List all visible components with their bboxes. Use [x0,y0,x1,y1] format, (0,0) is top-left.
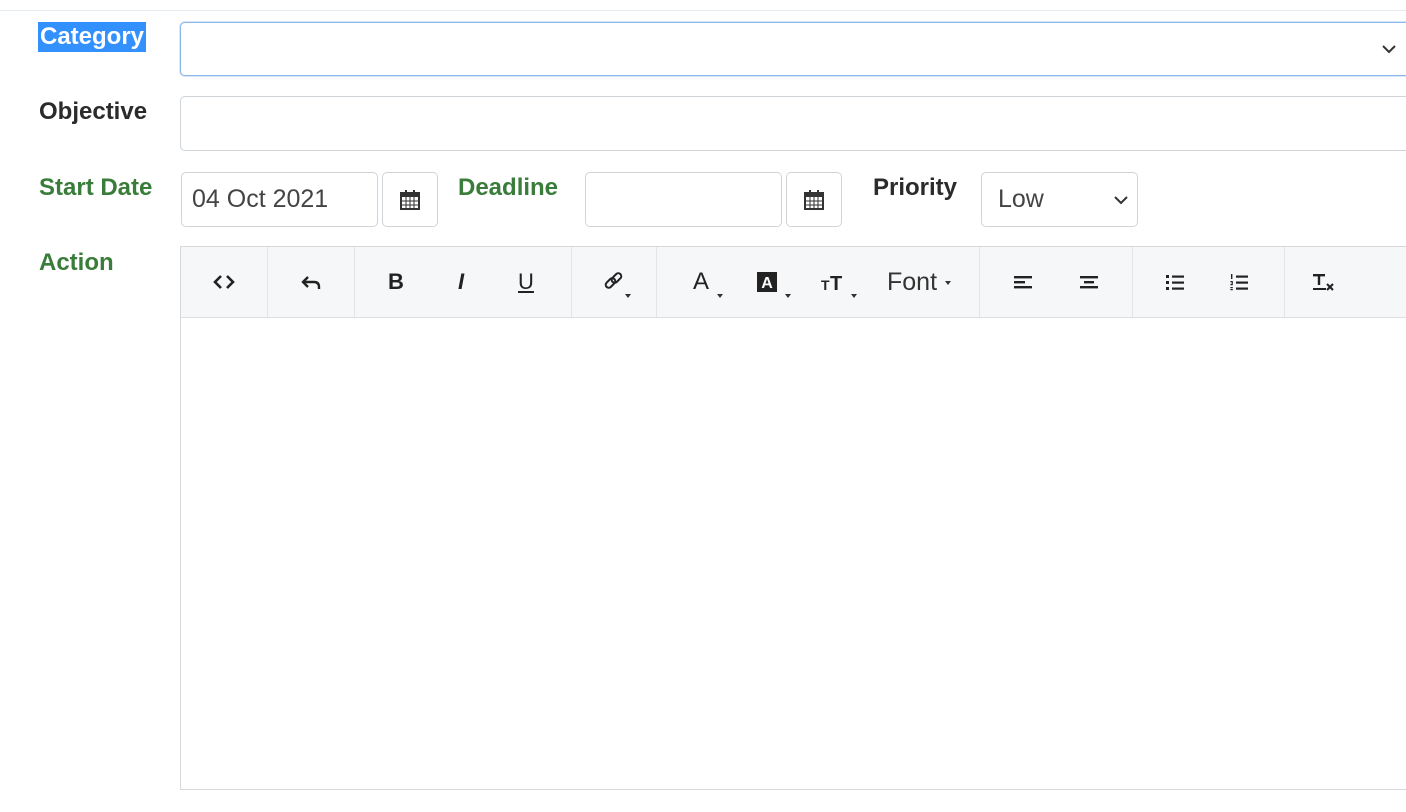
chevron-down-icon [1382,45,1396,54]
svg-text:T: T [821,277,830,293]
clear-formatting-button[interactable] [1299,247,1347,317]
start-date-input[interactable]: 04 Oct 2021 [181,172,378,227]
align-center-button[interactable] [1065,247,1113,317]
caret-icon [625,294,631,298]
bold-button[interactable]: B [367,247,425,317]
numbered-list-icon [1230,274,1248,291]
font-size-button[interactable]: T T [811,247,857,317]
underline-button[interactable]: U [497,247,555,317]
italic-button[interactable]: I [432,247,490,317]
font-dropdown[interactable]: Font [879,247,959,317]
align-center-icon [1080,276,1098,289]
highlight-color-button[interactable]: A [745,247,791,317]
deadline-calendar-button[interactable] [786,172,842,227]
caret-icon [785,294,791,298]
rich-text-editor: B I U A A T T Font [180,246,1406,790]
ordered-list-button[interactable] [1215,247,1263,317]
calendar-icon [804,189,824,210]
svg-text:T: T [830,273,842,293]
highlight-icon: A [757,272,777,292]
link-icon [604,272,623,289]
deadline-input[interactable] [585,172,782,227]
unordered-list-button[interactable] [1151,247,1199,317]
priority-label: Priority [873,174,958,201]
action-label: Action [39,249,114,276]
undo-button[interactable] [268,247,354,317]
category-label: Category [38,22,147,52]
font-size-icon: T T [821,273,842,293]
underline-icon: U [518,269,534,294]
deadline-label: Deadline [458,174,559,201]
code-view-button[interactable] [181,247,267,317]
font-label: Font [886,267,938,296]
top-divider [0,10,1406,11]
clear-formatting-icon [1313,274,1334,291]
start-date-value: 04 Oct 2021 [192,185,329,213]
link-button[interactable] [572,247,656,317]
code-icon [213,275,235,289]
bullet-list-icon [1166,275,1184,290]
objective-input[interactable] [180,96,1406,151]
editor-content-area[interactable] [181,318,1406,789]
italic-icon: I [457,269,465,294]
calendar-icon [400,189,420,210]
align-left-button[interactable] [999,247,1047,317]
objective-label: Objective [39,98,148,125]
priority-select[interactable]: Low [981,172,1138,227]
align-left-icon [1014,276,1032,289]
editor-toolbar: B I U A A T T Font [181,247,1406,318]
start-date-label: Start Date [39,174,153,201]
caret-icon [945,281,952,285]
svg-text:A: A [761,275,773,292]
start-date-calendar-button[interactable] [382,172,438,227]
caret-icon [851,294,857,298]
chevron-down-icon [1114,195,1128,204]
priority-value: Low [998,185,1044,213]
undo-icon [301,276,321,289]
category-select[interactable] [180,22,1406,76]
caret-icon [717,294,723,298]
bold-icon: B [388,269,404,294]
font-color-icon: A [692,268,709,295]
font-color-button[interactable]: A [679,247,723,317]
